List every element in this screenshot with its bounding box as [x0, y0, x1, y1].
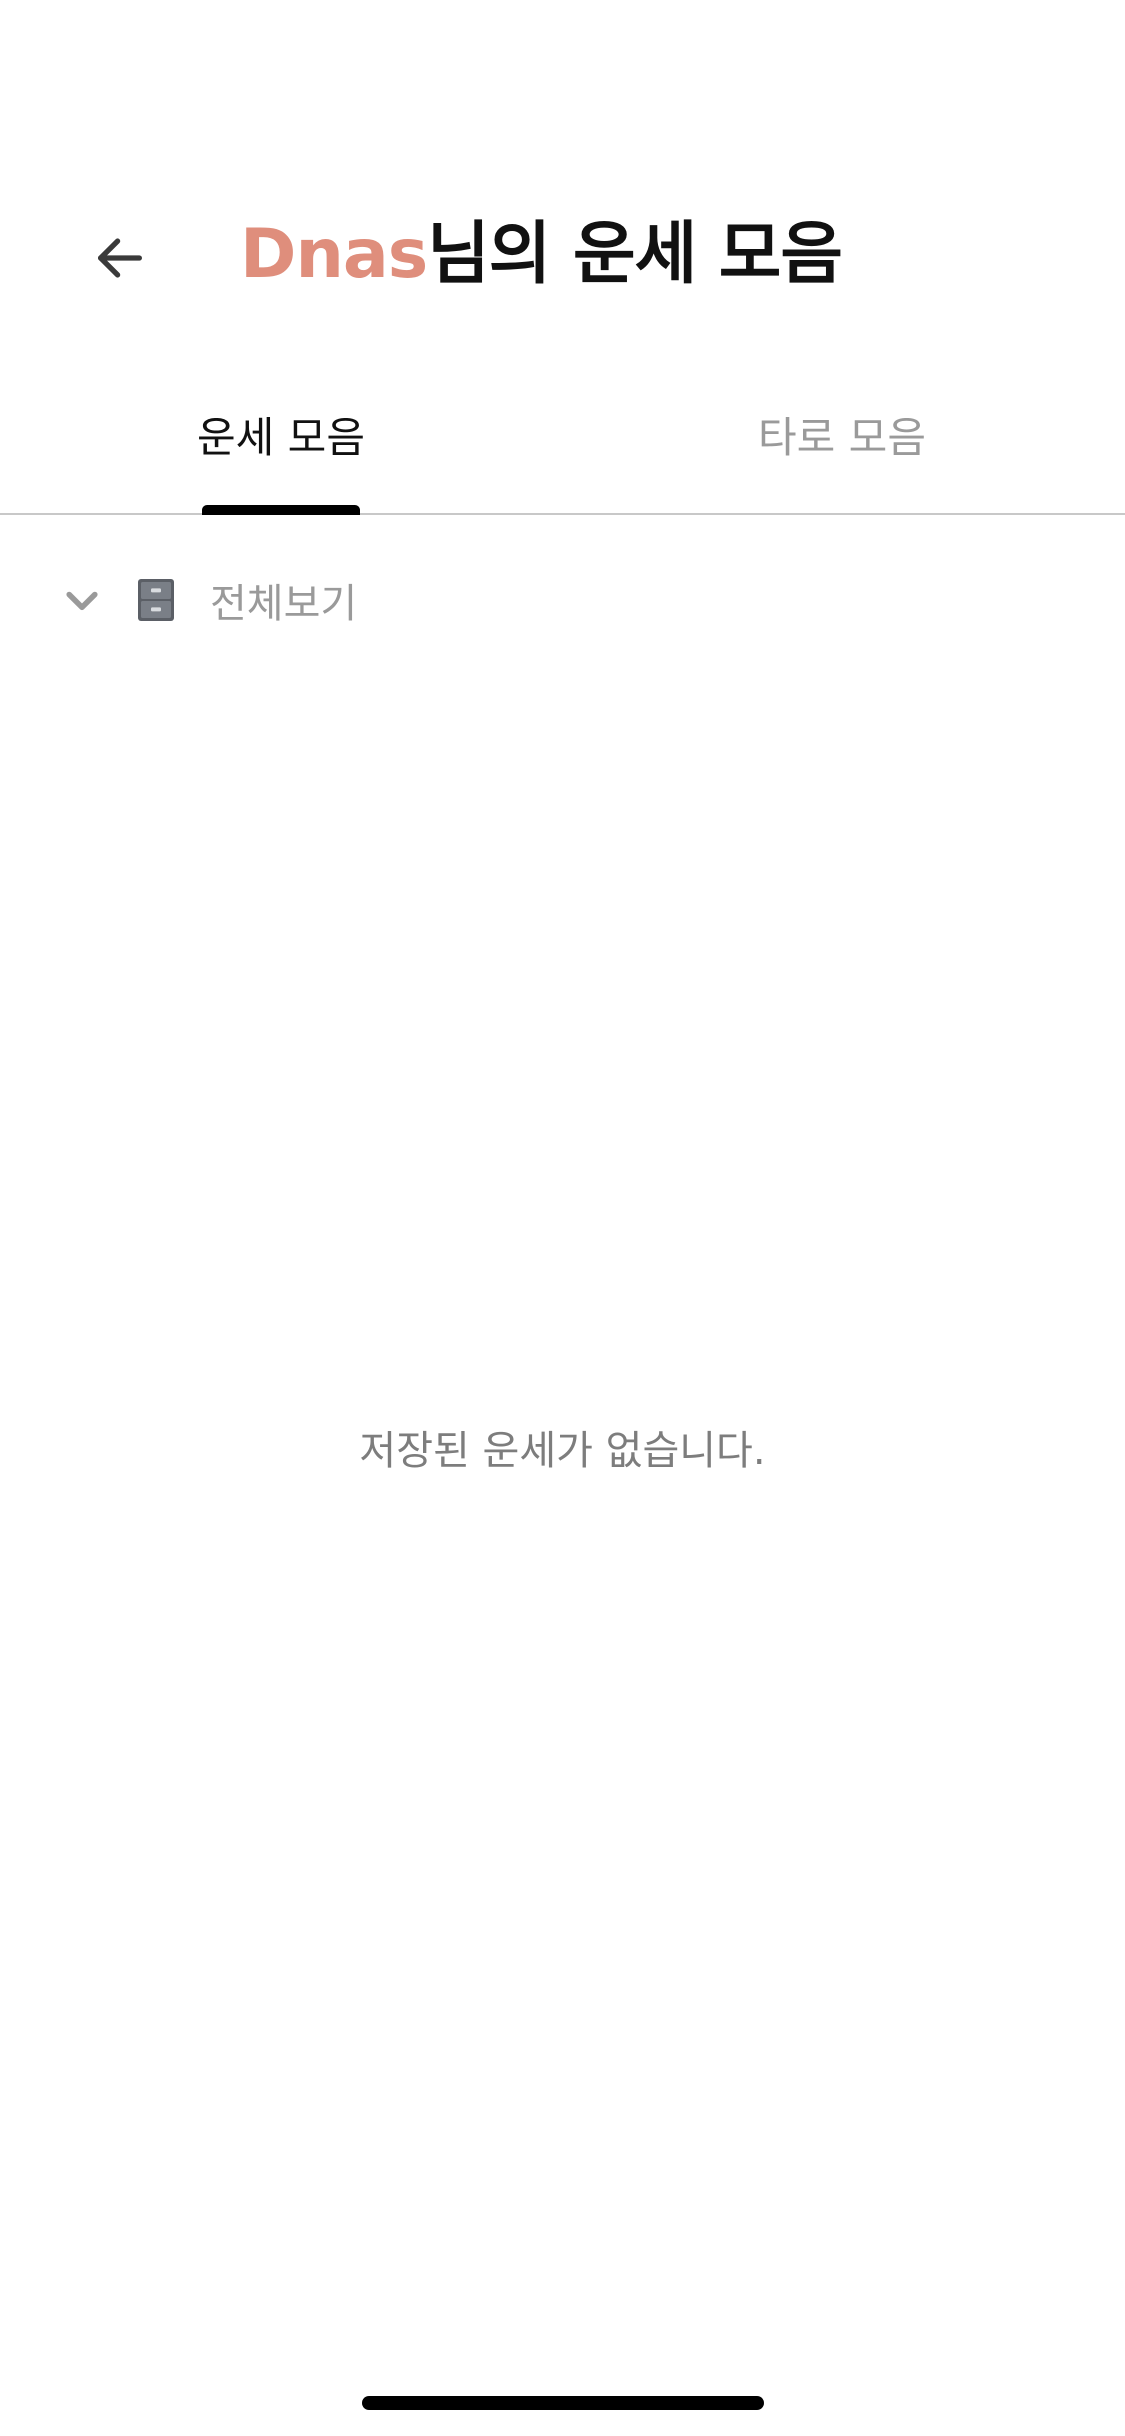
tab-label: 타로 모음 [758, 413, 926, 462]
active-tab-indicator [202, 505, 360, 515]
category-filter-dropdown[interactable]: 전체보기 [60, 570, 357, 630]
empty-state-message: 저장된 운세가 없습니다. [359, 1428, 766, 1474]
home-indicator[interactable] [362, 2396, 764, 2410]
page-title: Dnas님의 운세 모음 [240, 214, 843, 296]
tab-fortune-collection[interactable]: 운세 모음 [197, 395, 365, 515]
app-header: Dnas님의 운세 모음 [0, 190, 1125, 310]
chevron-down-icon [60, 578, 104, 622]
file-cabinet-icon [138, 579, 174, 621]
tab-tarot-collection[interactable]: 타로 모음 [758, 395, 926, 513]
arrow-left-icon [91, 229, 149, 291]
user-name: Dnas [240, 215, 428, 294]
page-title-suffix: 님의 운세 모음 [427, 215, 843, 294]
tab-bar: 운세 모음 타로 모음 [0, 395, 1125, 515]
tab-label: 운세 모음 [197, 413, 365, 462]
back-button[interactable] [70, 210, 170, 310]
filter-label: 전체보기 [210, 581, 358, 627]
